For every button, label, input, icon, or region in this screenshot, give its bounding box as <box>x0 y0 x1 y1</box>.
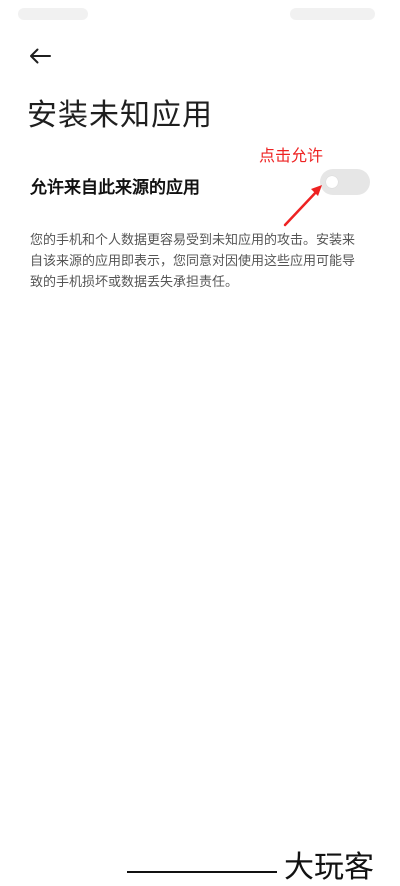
allow-from-source-row[interactable]: 允许来自此来源的应用 <box>0 160 400 206</box>
status-bar <box>0 0 400 28</box>
allow-from-source-label: 允许来自此来源的应用 <box>30 178 200 198</box>
warning-description: 您的手机和个人数据更容易受到未知应用的攻击。安装来自该来源的应用即表示，您同意对… <box>30 233 356 290</box>
annotation-arrow-icon <box>283 185 322 227</box>
watermark-logo-text: 大玩客 <box>284 850 374 885</box>
back-button[interactable] <box>22 40 58 72</box>
arrow-left-icon <box>30 48 51 64</box>
status-bar-right-blur <box>290 8 375 20</box>
watermark-underline <box>127 871 277 873</box>
annotation-label: 点击允许 <box>259 146 324 165</box>
page-title: 安装未知应用 <box>27 98 213 133</box>
status-bar-left-blur <box>18 8 88 20</box>
